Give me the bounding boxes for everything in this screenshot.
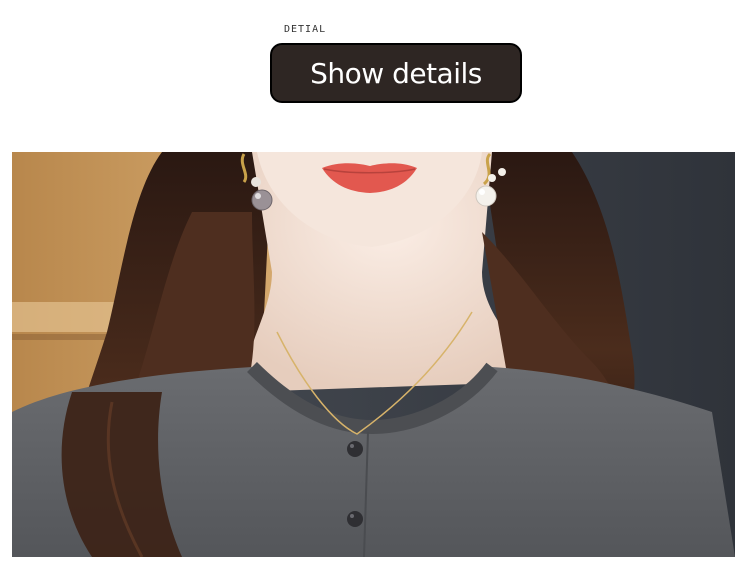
detail-label: DETIAL xyxy=(284,24,327,35)
show-details-banner: Show details xyxy=(270,43,522,103)
product-photo xyxy=(12,152,735,557)
model-illustration xyxy=(12,152,735,557)
show-details-title: Show details xyxy=(310,56,482,90)
